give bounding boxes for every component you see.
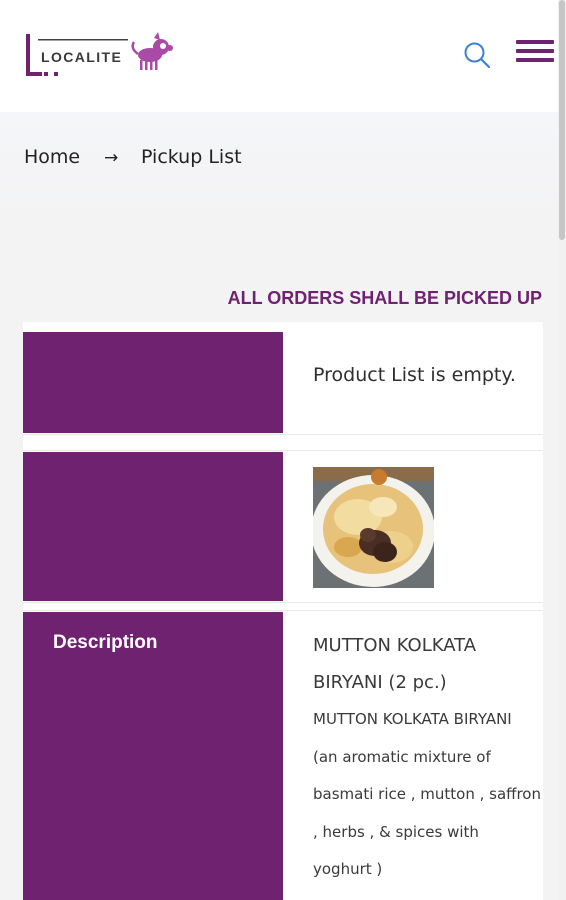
breadcrumb: Home → Pickup List — [0, 112, 558, 212]
row-label-cell — [23, 452, 283, 601]
table-row — [23, 452, 543, 601]
biryani-photo — [313, 467, 434, 588]
row-divider — [23, 434, 543, 435]
row-divider — [23, 610, 543, 611]
logo-wordmark: LOCALITE — [41, 49, 123, 65]
scrollbar-thumb[interactable] — [559, 0, 565, 240]
product-title: MUTTON KOLKATA BIRYANI (2 pc.) — [313, 635, 477, 693]
row-label-cell — [23, 332, 283, 433]
page-scrollbar[interactable] — [558, 0, 566, 900]
search-icon — [464, 42, 491, 69]
description-label: Description — [53, 632, 158, 653]
product-table: Product List is empty. Description MUTTO… — [23, 322, 543, 900]
row-divider — [23, 602, 543, 603]
search-button[interactable] — [462, 40, 492, 70]
breadcrumb-current: Pickup List — [141, 146, 242, 168]
menu-bar — [516, 49, 554, 53]
breadcrumb-home-link[interactable]: Home — [24, 146, 80, 168]
site-header: LOCALITE — [0, 0, 558, 112]
row-label-cell: Description — [23, 612, 283, 900]
menu-bar — [516, 40, 554, 44]
empty-list-message: Product List is empty. — [313, 364, 516, 386]
hamburger-menu-icon[interactable] — [516, 40, 554, 66]
table-row: Description MUTTON KOLKATA BIRYANI (2 pc… — [23, 612, 543, 900]
table-row: Product List is empty. — [23, 332, 543, 433]
arrow-right-icon: → — [104, 148, 119, 168]
product-image[interactable] — [313, 467, 434, 588]
row-value-cell: Product List is empty. — [313, 332, 541, 394]
menu-bar — [516, 58, 554, 62]
product-description: MUTTON KOLKATA BIRYANI (an aromatic mixt… — [313, 710, 541, 878]
row-divider — [23, 450, 543, 451]
row-value-cell: MUTTON KOLKATA BIRYANI (2 pc.) MUTTON KO… — [313, 612, 541, 889]
pickup-notice: ALL ORDERS SHALL BE PICKED UP — [227, 288, 542, 308]
